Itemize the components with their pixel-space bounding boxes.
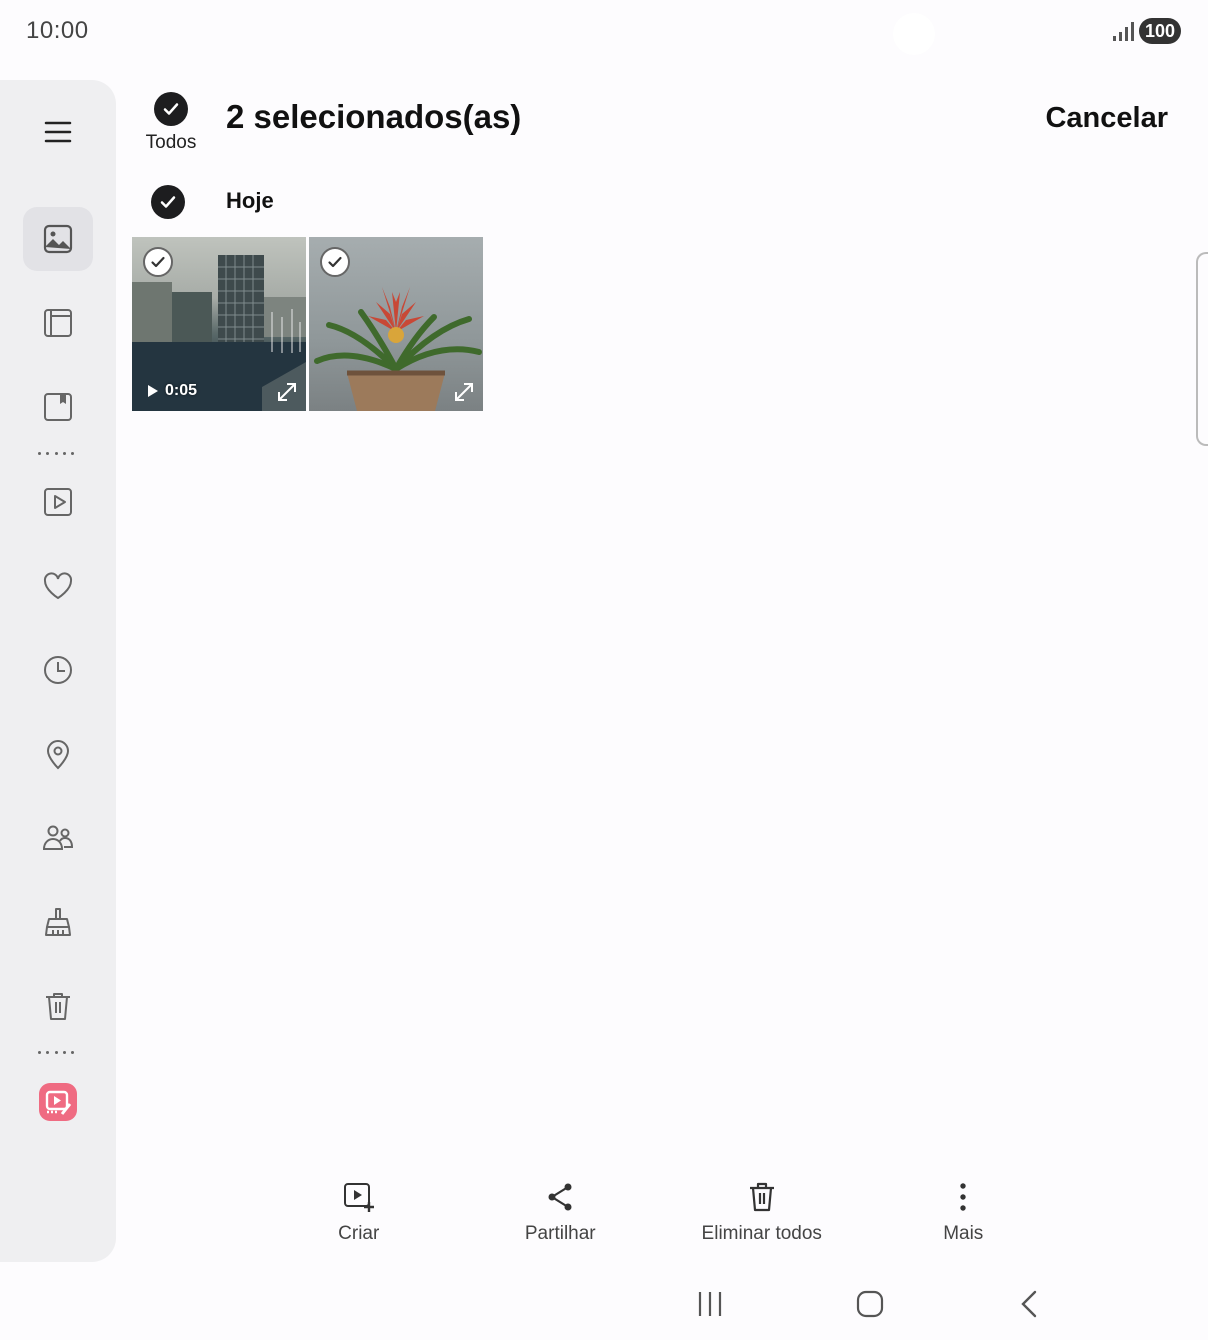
create-button[interactable]: Criar xyxy=(258,1180,460,1260)
sidebar-item-albums[interactable] xyxy=(23,291,93,355)
expand-icon[interactable] xyxy=(453,381,475,403)
recent-apps-button[interactable] xyxy=(690,1286,730,1322)
date-group-label: Hoje xyxy=(226,188,274,213)
favorites-icon xyxy=(43,572,73,600)
stories-icon xyxy=(44,393,72,421)
home-button[interactable] xyxy=(850,1286,890,1322)
sidebar-item-trash[interactable] xyxy=(23,974,93,1038)
more-button[interactable]: Mais xyxy=(863,1180,1065,1260)
sidebar-item-video-editor[interactable] xyxy=(23,1070,93,1134)
video-duration: 0:05 xyxy=(146,382,197,400)
more-icon xyxy=(960,1183,966,1211)
shared-icon xyxy=(42,825,74,850)
albums-icon xyxy=(44,309,72,337)
item-checkbox[interactable] xyxy=(143,247,173,277)
check-icon xyxy=(151,256,165,268)
signal-icon xyxy=(1113,22,1134,41)
videos-icon xyxy=(44,488,72,516)
item-checkbox[interactable] xyxy=(320,247,350,277)
delete-all-button[interactable]: Eliminar todos xyxy=(661,1180,863,1260)
select-all-label: Todos xyxy=(145,132,197,153)
image-thumbnail[interactable] xyxy=(309,237,483,411)
page-title: 2 selecionados(as) xyxy=(226,98,522,135)
play-icon xyxy=(148,385,158,397)
locations-icon xyxy=(46,740,70,770)
camera-cutout xyxy=(893,13,935,55)
recent-icon xyxy=(44,656,72,684)
create-icon xyxy=(343,1183,374,1212)
date-group-checkbox[interactable] xyxy=(151,185,185,219)
pictures-icon xyxy=(43,224,73,254)
sidebar-item-locations[interactable] xyxy=(23,722,93,786)
sidebar xyxy=(0,80,116,1262)
video-editor-app-icon xyxy=(39,1083,77,1121)
check-icon xyxy=(160,196,176,208)
sidebar-separator xyxy=(38,1051,74,1055)
delete-all-label: Eliminar todos xyxy=(701,1223,822,1244)
select-all-checkbox[interactable] xyxy=(154,92,188,126)
select-all-button[interactable]: Todos xyxy=(140,92,202,154)
sidebar-item-pictures[interactable] xyxy=(23,207,93,271)
delete-icon xyxy=(749,1182,774,1212)
sidebar-item-recent[interactable] xyxy=(23,638,93,702)
check-icon xyxy=(163,103,179,115)
status-bar: 10:00 100 xyxy=(0,0,1208,64)
create-label: Criar xyxy=(338,1223,380,1244)
menu-button[interactable] xyxy=(23,100,93,164)
sidebar-item-stories[interactable] xyxy=(23,375,93,439)
video-thumbnail[interactable]: 0:05 xyxy=(132,237,306,411)
back-icon xyxy=(1021,1290,1037,1318)
battery-indicator: 100 xyxy=(1139,18,1181,44)
menu-icon xyxy=(44,121,72,143)
cancel-button[interactable]: Cancelar xyxy=(1045,102,1168,135)
sidebar-item-clean-out[interactable] xyxy=(23,890,93,954)
trash-icon xyxy=(46,993,70,1020)
more-label: Mais xyxy=(943,1223,984,1244)
back-button[interactable] xyxy=(1010,1286,1050,1322)
edge-panel-handle[interactable] xyxy=(1196,252,1208,446)
sidebar-item-videos[interactable] xyxy=(23,470,93,534)
sidebar-item-favorites[interactable] xyxy=(23,554,93,618)
home-icon xyxy=(856,1290,884,1318)
selection-action-bar: Criar Partilhar Eliminar todos Mais xyxy=(258,1180,1064,1260)
duration-text: 0:05 xyxy=(165,382,198,399)
clean-out-icon xyxy=(45,908,71,936)
clock: 10:00 xyxy=(26,17,89,44)
share-label: Partilhar xyxy=(524,1223,596,1244)
share-button[interactable]: Partilhar xyxy=(460,1180,662,1260)
recent-apps-icon xyxy=(698,1292,722,1316)
navigation-bar xyxy=(0,1270,1208,1340)
share-icon xyxy=(548,1183,572,1211)
expand-icon[interactable] xyxy=(276,381,298,403)
sidebar-item-shared[interactable] xyxy=(23,806,93,870)
sidebar-separator xyxy=(38,452,74,456)
check-icon xyxy=(328,256,342,268)
